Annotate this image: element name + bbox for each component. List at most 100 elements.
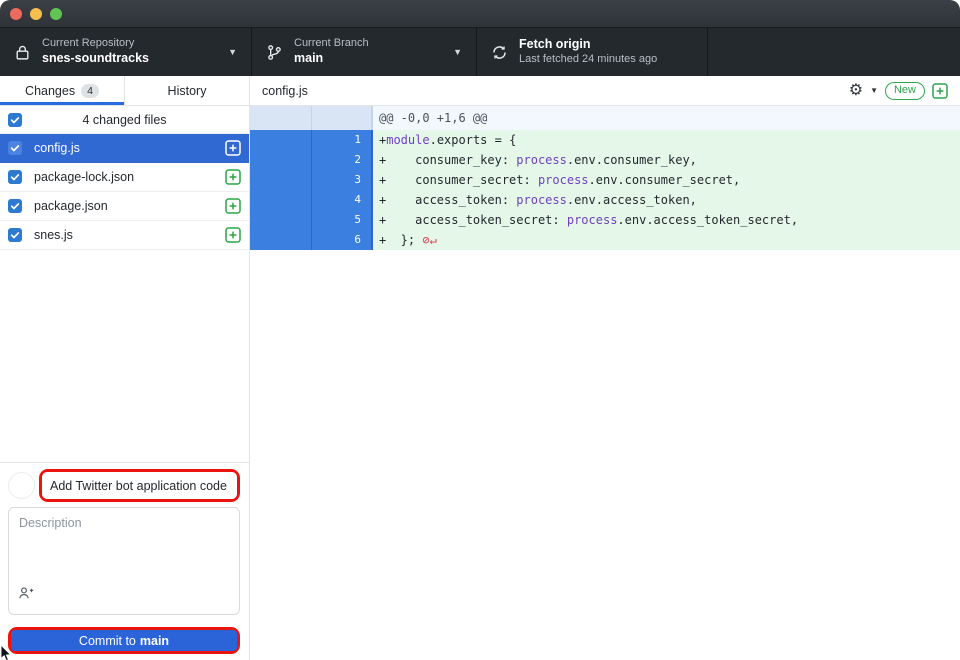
tab-changes[interactable]: Changes 4 [0, 76, 125, 105]
diff-added-line[interactable]: 3 + consumer_secret: process.env.consume… [250, 170, 960, 190]
diff-gutter-old[interactable] [250, 230, 312, 250]
code-text: .env.consumer_key, [567, 153, 697, 167]
git-branch-icon [266, 44, 283, 61]
last-fetched-status: Last fetched 24 minutes ago [519, 53, 657, 67]
diff-line-code: + consumer_secret: process.env.consumer_… [373, 170, 960, 190]
mouse-cursor [0, 645, 13, 660]
file-include-checkbox[interactable] [8, 141, 22, 155]
file-name: package.json [34, 199, 225, 213]
diff-gutter-old[interactable] [250, 210, 312, 230]
commit-button-text: Commit to [79, 634, 136, 648]
lock-icon [14, 44, 31, 61]
code-text: + consumer_secret: [379, 173, 538, 187]
diff-gutter-new-line-number[interactable]: 1 [312, 130, 373, 150]
diff-gutter-old[interactable] [250, 130, 312, 150]
diff-actions: ⚙ ▼ New [849, 82, 948, 100]
file-include-checkbox[interactable] [8, 199, 22, 213]
code-text: .env.access_token_secret, [617, 213, 798, 227]
sidebar-tabs: Changes 4 History [0, 76, 249, 106]
file-row[interactable]: snes.js [0, 221, 249, 250]
file-name: config.js [34, 141, 225, 155]
changed-files-list: 4 changed files config.js package-lock.j… [0, 106, 249, 462]
sync-icon [491, 44, 508, 61]
repository-label: Current Repository [42, 37, 149, 51]
avatar [8, 472, 35, 499]
select-all-checkbox[interactable] [8, 113, 22, 127]
file-row[interactable]: package.json [0, 192, 249, 221]
commit-button-branch: main [140, 634, 169, 648]
diff-line-code: + }; ⊘↵ [373, 230, 960, 250]
commit-summary-row [8, 469, 240, 502]
diff-gutter-old[interactable] [250, 170, 312, 190]
hunk-header-row: @@ -0,0 +1,6 @@ [250, 106, 960, 130]
changed-files-header: 4 changed files [0, 106, 249, 134]
file-row[interactable]: package-lock.json [0, 163, 249, 192]
commit-summary-input[interactable] [42, 472, 237, 499]
diff-added-line[interactable]: 2 + consumer_key: process.env.consumer_k… [250, 150, 960, 170]
branch-label: Current Branch [294, 37, 369, 51]
diff-header: config.js ⚙ ▼ New [250, 76, 960, 106]
current-repository-dropdown[interactable]: Current Repository snes-soundtracks ▼ [0, 28, 252, 76]
added-file-icon [932, 83, 948, 99]
file-added-status-icon [225, 169, 241, 185]
chevron-down-icon: ▼ [216, 47, 237, 57]
code-text: .env.access_token, [567, 193, 697, 207]
commit-form: Commit to main [0, 462, 249, 660]
gear-dropdown-caret-icon[interactable]: ▼ [870, 86, 878, 95]
commit-button-annotation-highlight: Commit to main [8, 627, 240, 654]
diff-gutter-new-line-number[interactable]: 6 [312, 230, 373, 250]
diff-added-line[interactable]: 5 + access_token_secret: process.env.acc… [250, 210, 960, 230]
file-added-status-icon [225, 140, 241, 156]
changed-files-summary: 4 changed files [22, 113, 241, 127]
code-text: .env.consumer_secret, [589, 173, 741, 187]
diff-file-tab: config.js [262, 84, 308, 98]
file-added-status-icon [225, 227, 241, 243]
content-area: Changes 4 History 4 changed files config… [0, 76, 960, 660]
file-name: snes.js [34, 228, 225, 242]
file-include-checkbox[interactable] [8, 228, 22, 242]
diff-line-code: + access_token_secret: process.env.acces… [373, 210, 960, 230]
add-coauthor-icon[interactable] [18, 585, 34, 606]
syntax-keyword: process [538, 173, 589, 187]
diff-added-line[interactable]: 1 +module.exports = { [250, 130, 960, 150]
hunk-gutter-old [250, 106, 312, 130]
diff-gutter-new-line-number[interactable]: 4 [312, 190, 373, 210]
repository-name: snes-soundtracks [42, 51, 149, 67]
diff-added-line[interactable]: 4 + access_token: process.env.access_tok… [250, 190, 960, 210]
title-bar [0, 0, 960, 28]
commit-to-main-button[interactable]: Commit to main [11, 630, 237, 651]
commit-description-input[interactable] [9, 508, 239, 581]
code-text: + consumer_key: [379, 153, 516, 167]
diff-lines-container: 1 +module.exports = { 2 + consumer_key: … [250, 130, 960, 250]
diff-gutter-new-line-number[interactable]: 3 [312, 170, 373, 190]
code-text: + }; [379, 233, 422, 247]
tab-history[interactable]: History [125, 76, 249, 105]
zoom-window-button[interactable] [50, 8, 62, 20]
diff-panel: config.js ⚙ ▼ New @ [250, 76, 960, 660]
diff-gutter-old[interactable] [250, 190, 312, 210]
changes-count-badge: 4 [81, 84, 99, 98]
file-status-new-badge: New [885, 82, 925, 100]
diff-line-code: + access_token: process.env.access_token… [373, 190, 960, 210]
fetch-origin-button[interactable]: Fetch origin Last fetched 24 minutes ago [477, 28, 708, 76]
diff-added-line[interactable]: 6 + }; ⊘↵ [250, 230, 960, 250]
github-desktop-window: Current Repository snes-soundtracks ▼ Cu… [0, 0, 960, 660]
minimize-window-button[interactable] [30, 8, 42, 20]
file-rows-container: config.js package-lock.json package.json [0, 134, 249, 250]
file-include-checkbox[interactable] [8, 170, 22, 184]
syntax-keyword: process [516, 153, 567, 167]
file-added-status-icon [225, 198, 241, 214]
diff-gutter-new-line-number[interactable]: 5 [312, 210, 373, 230]
chevron-down-icon: ▼ [441, 47, 462, 57]
diff-gutter-old[interactable] [250, 150, 312, 170]
gear-icon[interactable]: ⚙ [849, 83, 863, 99]
code-text: .exports = { [430, 133, 517, 147]
diff-gutter-new-line-number[interactable]: 2 [312, 150, 373, 170]
close-window-button[interactable] [10, 8, 22, 20]
current-branch-dropdown[interactable]: Current Branch main ▼ [252, 28, 477, 76]
file-row[interactable]: config.js [0, 134, 249, 163]
no-newline-marker-icon: ⊘↵ [422, 233, 436, 247]
hunk-header-text: @@ -0,0 +1,6 @@ [373, 106, 960, 130]
toolbar: Current Repository snes-soundtracks ▼ Cu… [0, 28, 960, 76]
code-text: + access_token: [379, 193, 516, 207]
